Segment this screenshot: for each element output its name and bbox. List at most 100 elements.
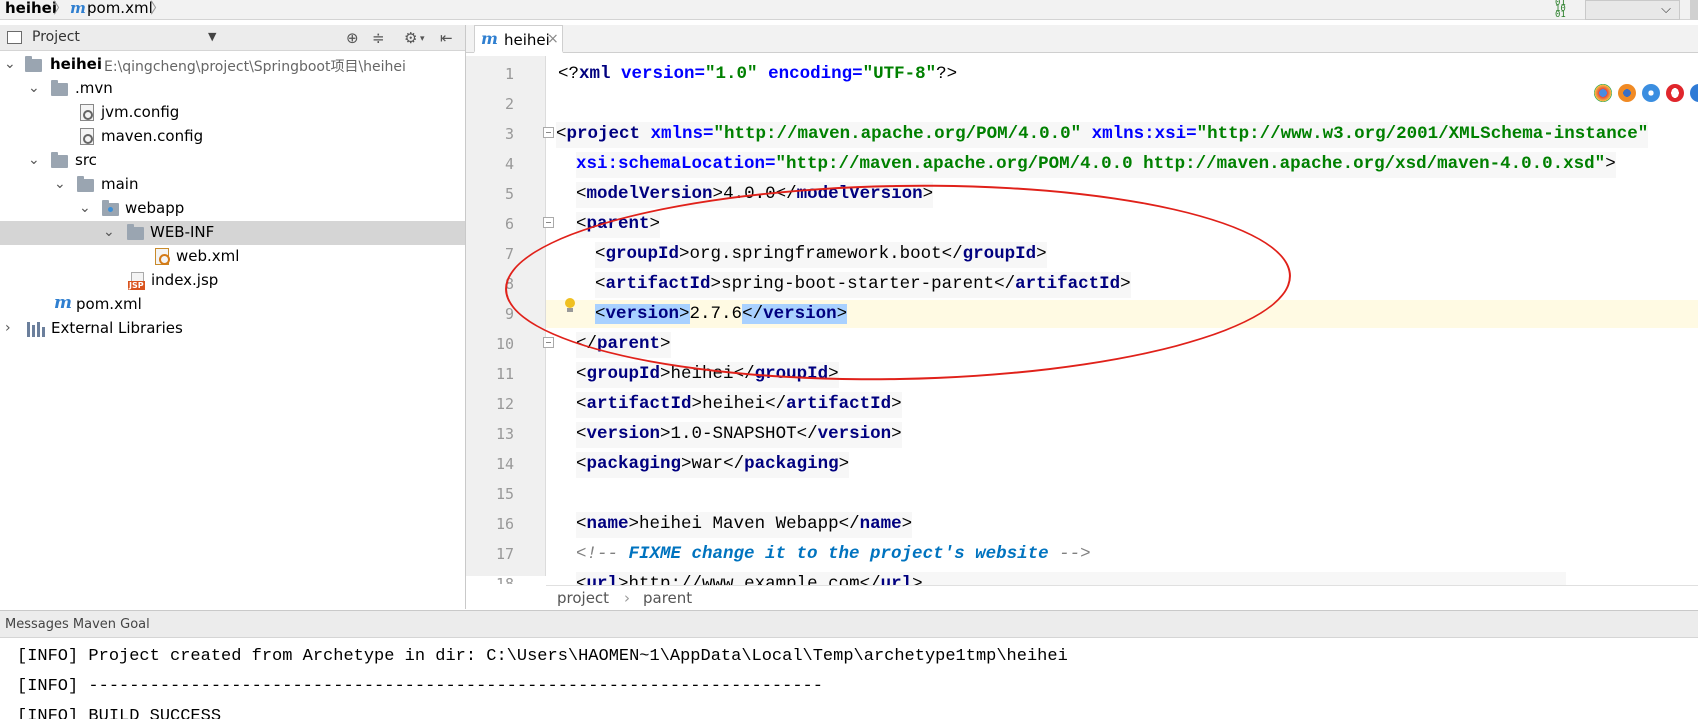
folder-icon bbox=[127, 224, 144, 240]
tree-item-index-jsp[interactable]: JSP index.jsp bbox=[0, 269, 465, 293]
browser-preview-bar bbox=[1594, 82, 1698, 106]
gear-dropdown-icon[interactable]: ▾ bbox=[420, 34, 425, 44]
line-number: 5 bbox=[504, 185, 514, 203]
tab-label: heihei bbox=[504, 31, 550, 49]
chevron-down-icon[interactable]: ⌄ bbox=[28, 80, 40, 96]
opera-icon[interactable] bbox=[1666, 84, 1684, 102]
code-line-18: <url>http://www.example.com</url> bbox=[576, 572, 1566, 585]
line-number: 18 bbox=[495, 575, 514, 584]
jsp-file-icon: JSP bbox=[128, 272, 146, 290]
code-line-4: xsi:schemaLocation="http://maven.apache.… bbox=[576, 152, 1616, 178]
folder-icon bbox=[25, 56, 42, 72]
breadcrumb-parent[interactable]: parent bbox=[643, 589, 692, 607]
config-file-icon bbox=[80, 128, 94, 145]
editor-breadcrumb: project › parent bbox=[546, 585, 1698, 609]
chevron-right-icon[interactable]: › bbox=[5, 320, 11, 336]
tree-item-webapp[interactable]: ⌄ webapp bbox=[0, 197, 465, 221]
line-number: 13 bbox=[495, 425, 514, 443]
code-line-12: <artifactId>heihei</artifactId> bbox=[576, 392, 902, 418]
line-number: 15 bbox=[495, 485, 514, 503]
code-line-17: <!-- FIXME change it to the project's we… bbox=[576, 544, 1091, 564]
maven-icon: m bbox=[70, 0, 86, 17]
tree-item-web-inf[interactable]: ⌄ WEB-INF bbox=[0, 221, 465, 245]
hide-panel-icon[interactable]: ⇤ bbox=[440, 29, 453, 47]
project-panel-title[interactable]: Project bbox=[32, 29, 80, 45]
config-file-icon bbox=[80, 104, 94, 121]
run-config-dropdown[interactable]: ⌵ bbox=[1585, 0, 1680, 20]
xml-file-icon bbox=[155, 248, 170, 265]
line-number: 4 bbox=[504, 155, 514, 173]
line-number: 12 bbox=[495, 395, 514, 413]
nav-separator: 〉 bbox=[53, 0, 69, 17]
console-line: [INFO] BUILD SUCCESS bbox=[17, 707, 222, 719]
fold-marker-icon[interactable] bbox=[543, 337, 554, 348]
chevron-down-icon[interactable]: ▼ bbox=[208, 30, 216, 43]
tab-pom-xml[interactable]: m heihei × bbox=[474, 25, 563, 53]
tree-item-path: E:\qingcheng\project\Springboot项目\heihei bbox=[104, 59, 406, 75]
maven-icon: m bbox=[481, 29, 498, 48]
firefox-icon[interactable] bbox=[1618, 84, 1636, 102]
code-line-3: <project xmlns="http://maven.apache.org/… bbox=[556, 122, 1649, 148]
console-line-clip: [INFO] BUILD SUCCESS bbox=[0, 705, 1698, 719]
console-line: [INFO] ---------------------------------… bbox=[17, 677, 823, 696]
line-number: 14 bbox=[495, 455, 514, 473]
messages-panel-title[interactable]: Messages Maven Goal bbox=[5, 617, 150, 632]
tree-item-label: .mvn bbox=[75, 79, 113, 97]
tree-item-src[interactable]: ⌄ src bbox=[0, 149, 465, 173]
line-number: 7 bbox=[504, 245, 514, 263]
tree-item-mvn[interactable]: ⌄ .mvn bbox=[0, 77, 465, 101]
folder-icon bbox=[51, 80, 68, 96]
code-line-13: <version>1.0-SNAPSHOT</version> bbox=[576, 422, 902, 448]
tree-item-label: WEB-INF bbox=[150, 223, 215, 241]
tree-item-web-xml[interactable]: web.xml bbox=[0, 245, 465, 269]
tree-item-label: maven.config bbox=[101, 127, 204, 145]
chevron-down-icon[interactable]: ⌄ bbox=[79, 200, 91, 216]
tree-item-label: web.xml bbox=[176, 247, 240, 265]
breadcrumb-separator: › bbox=[624, 589, 630, 607]
line-number: 1 bbox=[504, 65, 514, 83]
code-line-16: <name>heihei Maven Webapp</name> bbox=[576, 512, 913, 538]
line-number: 16 bbox=[495, 515, 514, 533]
fold-marker-icon[interactable] bbox=[543, 217, 554, 228]
tree-item-label: index.jsp bbox=[151, 271, 219, 289]
tree-item-label: jvm.config bbox=[101, 103, 180, 121]
locate-target-icon[interactable]: ⊕ bbox=[346, 29, 359, 47]
chevron-down-icon[interactable]: ⌄ bbox=[4, 56, 16, 72]
chevron-down-icon: ⌵ bbox=[1661, 2, 1671, 17]
tree-item-label: heihei bbox=[50, 55, 102, 73]
binary-sort-icon[interactable]: 01 10 01 bbox=[1555, 0, 1575, 20]
line-number: 11 bbox=[495, 365, 514, 383]
project-panel-header: Project ▼ ⊕ ≑ ⚙ ▾ ⇤ bbox=[0, 25, 465, 51]
tree-item-label: src bbox=[75, 151, 97, 169]
close-icon[interactable]: × bbox=[547, 31, 559, 47]
ie-icon[interactable] bbox=[1690, 84, 1698, 102]
chevron-down-icon[interactable]: ⌄ bbox=[54, 176, 66, 192]
chevron-down-icon[interactable]: ⌄ bbox=[103, 224, 115, 240]
chrome-icon[interactable] bbox=[1594, 84, 1612, 102]
tree-item-external-libraries[interactable]: › External Libraries bbox=[0, 317, 465, 341]
tree-item-label: pom.xml bbox=[76, 295, 142, 313]
maven-icon: m bbox=[54, 293, 72, 313]
tree-item-maven-config[interactable]: maven.config bbox=[0, 125, 465, 149]
safari-icon[interactable] bbox=[1642, 84, 1660, 102]
folder-icon bbox=[77, 176, 94, 192]
nav-crumb-project[interactable]: heihei bbox=[5, 0, 57, 18]
web-folder-icon bbox=[102, 200, 119, 216]
tree-item-label: External Libraries bbox=[51, 319, 183, 337]
tree-item-main[interactable]: ⌄ main bbox=[0, 173, 465, 197]
fold-marker-icon[interactable] bbox=[543, 127, 554, 138]
line-number: 9 bbox=[504, 305, 514, 323]
tree-item-root[interactable]: ⌄ heihei E:\qingcheng\project\Springboot… bbox=[0, 53, 465, 77]
nav-crumb-file[interactable]: pom.xml bbox=[87, 0, 153, 18]
chevron-down-icon[interactable]: ⌄ bbox=[28, 152, 40, 168]
line-number: 3 bbox=[504, 125, 514, 143]
console-line: [INFO] Project created from Archetype in… bbox=[17, 647, 1068, 666]
collapse-all-icon[interactable]: ≑ bbox=[372, 29, 385, 47]
tree-item-jvm-config[interactable]: jvm.config bbox=[0, 101, 465, 125]
messages-panel-header: Messages Maven Goal bbox=[0, 610, 1698, 638]
tree-item-pom-xml[interactable]: m pom.xml bbox=[0, 293, 465, 317]
gear-icon[interactable]: ⚙ bbox=[404, 29, 417, 47]
breadcrumb-project[interactable]: project bbox=[557, 589, 609, 607]
folder-icon bbox=[51, 152, 68, 168]
tree-item-label: webapp bbox=[125, 199, 185, 217]
